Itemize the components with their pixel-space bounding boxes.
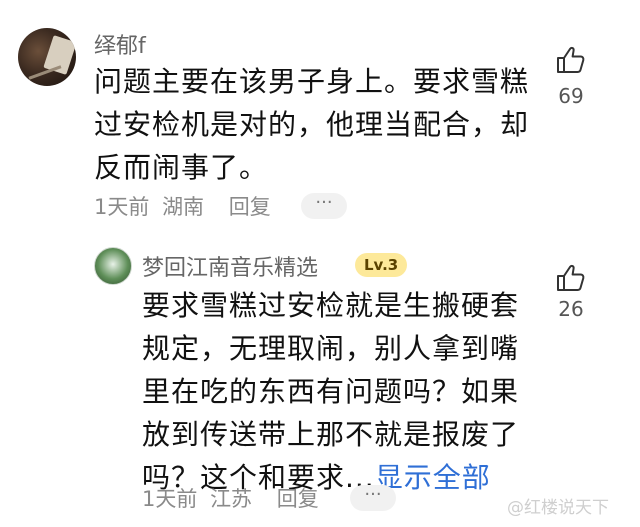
reply-button[interactable]: 回复 [229, 195, 271, 219]
comment-text[interactable]: 问题主要在该男子身上。要求雪糕 过安检机是对的，他理当配合，却 反而闹事了。 [94, 60, 546, 189]
more-button[interactable]: ··· [350, 485, 396, 511]
comment-time: 1天前 [142, 487, 198, 511]
comment-text-line: 里在吃的东西有问题吗？如果 [142, 375, 520, 408]
avatar[interactable] [18, 28, 76, 86]
like-button[interactable] [555, 262, 587, 294]
comment-time: 1天前 [94, 195, 150, 219]
comment-text-line: 放到传送带上那不就是报废了 [142, 418, 520, 451]
reply-button[interactable]: 回复 [277, 487, 319, 511]
comment-username[interactable]: 梦回江南音乐精选 [142, 250, 318, 282]
comment-text-line: 反而闹事了。 [94, 151, 269, 184]
comment-text-line: 问题主要在该男子身上。要求雪糕 [94, 65, 530, 98]
like-count: 26 [558, 297, 584, 321]
comment-location: 江苏 [210, 487, 253, 511]
comment-username[interactable]: 绎郁f [94, 28, 146, 60]
more-button[interactable]: ··· [301, 193, 347, 219]
comment-location: 湖南 [162, 195, 205, 219]
watermark: @红楼说天下 [507, 498, 609, 518]
comment-text-line: 要求雪糕过安检就是生搬硬套 [142, 289, 520, 322]
thumbs-up-icon [557, 46, 585, 73]
comment-text[interactable]: 要求雪糕过安检就是生搬硬套 规定，无理取闹，别人拿到嘴 里在吃的东西有问题吗？如… [142, 284, 546, 499]
comment-text-line: 过安检机是对的，他理当配合，却 [94, 108, 530, 141]
avatar[interactable] [94, 247, 132, 285]
thumbs-up-icon [557, 264, 585, 291]
level-badge: Lv.3 [355, 253, 408, 277]
comment-text-line: 规定，无理取闹，别人拿到嘴 [142, 332, 520, 365]
like-button[interactable] [555, 44, 587, 76]
like-count: 69 [558, 84, 584, 108]
